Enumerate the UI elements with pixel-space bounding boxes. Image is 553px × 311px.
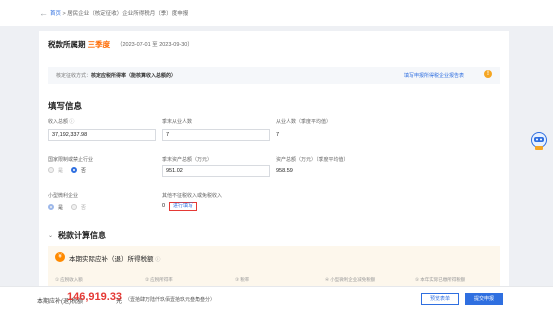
restricted-yes-radio[interactable]: [48, 167, 54, 173]
revenue-input[interactable]: 37,192,337.98: [48, 129, 156, 141]
fill-other-income-button[interactable]: 进行填写: [169, 202, 197, 211]
report-form-link[interactable]: 填写申报所得税企业报告表: [404, 72, 464, 79]
breadcrumb-home-link[interactable]: 首页: [50, 11, 61, 17]
small-micro-label: 小型微利企业: [48, 193, 79, 199]
section-title-tax-calc: 税款计算信息: [58, 231, 106, 240]
tax-period-dates: （2023-07-01 至 2023-09-30）: [117, 42, 193, 48]
back-arrow-icon[interactable]: ←: [39, 8, 48, 18]
help-icon: ⓘ: [155, 257, 161, 263]
breadcrumb-separator: >: [62, 11, 66, 17]
employees-avg-value: 7: [276, 132, 280, 138]
small-micro-yes-label: 是: [58, 205, 64, 211]
tax-period-quarter: 三季度: [87, 40, 111, 49]
coin-icon: ¥: [55, 252, 65, 262]
revenue-label: 收入总额 ⓘ: [48, 119, 75, 125]
restricted-no-radio[interactable]: [71, 167, 77, 173]
calc-column-3: ③ 税率: [235, 277, 250, 282]
assets-current-input[interactable]: 951.02: [162, 165, 270, 177]
small-micro-no-label: 否: [81, 205, 87, 211]
actual-tax-title: 本期实际应补（退）所得税额 ⓘ: [69, 256, 161, 263]
collapse-chevron-icon[interactable]: ⌄: [48, 232, 53, 239]
calc-column-5: ⑤ 本年实际已缴所得税额: [415, 277, 466, 282]
assets-avg-label: 资产总额（万元）（季度平均值）: [276, 157, 349, 163]
employees-avg-label: 从业人数（季度平均值）: [276, 119, 332, 125]
tax-period-label: 税款所属期 三季度: [48, 40, 111, 49]
restricted-industry-label: 国家限制或禁止行业: [48, 157, 94, 163]
assistant-mascot-icon[interactable]: [530, 131, 548, 151]
breadcrumb: 首页 > 居民企业（核定征收）企业所得税月（季）度申报: [50, 9, 188, 17]
small-micro-yes-radio[interactable]: [48, 204, 54, 210]
submit-declaration-button[interactable]: 提交申报: [465, 293, 503, 305]
levy-method-label: 核定征收方式：核定应税所得率（能核算收入总额的）: [56, 73, 177, 79]
levy-method-value: 核定应税所得率（能核算收入总额的）: [91, 73, 177, 79]
calc-column-1: ① 应税收入额: [55, 277, 83, 282]
other-income-label: 其他不征税收入或免税收入: [162, 193, 223, 199]
total-amount-words: （壹拾肆万陆仟玖佰壹拾玖元叁角叁分）: [125, 297, 216, 303]
info-icon[interactable]: !: [484, 70, 492, 78]
calc-column-2: ② 应税所得率: [145, 277, 173, 282]
calc-column-4: ④ 小型微利企业减免税额: [325, 277, 376, 282]
section-title-fill-info: 填写信息: [48, 101, 83, 111]
small-micro-no-radio[interactable]: [71, 204, 77, 210]
other-income-value: 0: [162, 203, 166, 209]
preview-form-button[interactable]: 预览表单: [421, 293, 459, 305]
total-unit: 元: [116, 299, 123, 305]
assets-avg-value: 958.59: [276, 168, 293, 174]
breadcrumb-current: 居民企业（核定征收）企业所得税月（季）度申报: [67, 11, 189, 17]
employees-current-input[interactable]: 7: [162, 129, 270, 141]
assets-current-label: 季末资产总额（万元）: [162, 157, 213, 163]
restricted-no-label: 否: [81, 168, 87, 174]
total-amount: 146,919.33: [67, 291, 123, 303]
help-icon: ⓘ: [69, 119, 75, 125]
employees-current-label: 季末从业人数: [162, 119, 193, 125]
restricted-yes-label: 是: [58, 168, 64, 174]
